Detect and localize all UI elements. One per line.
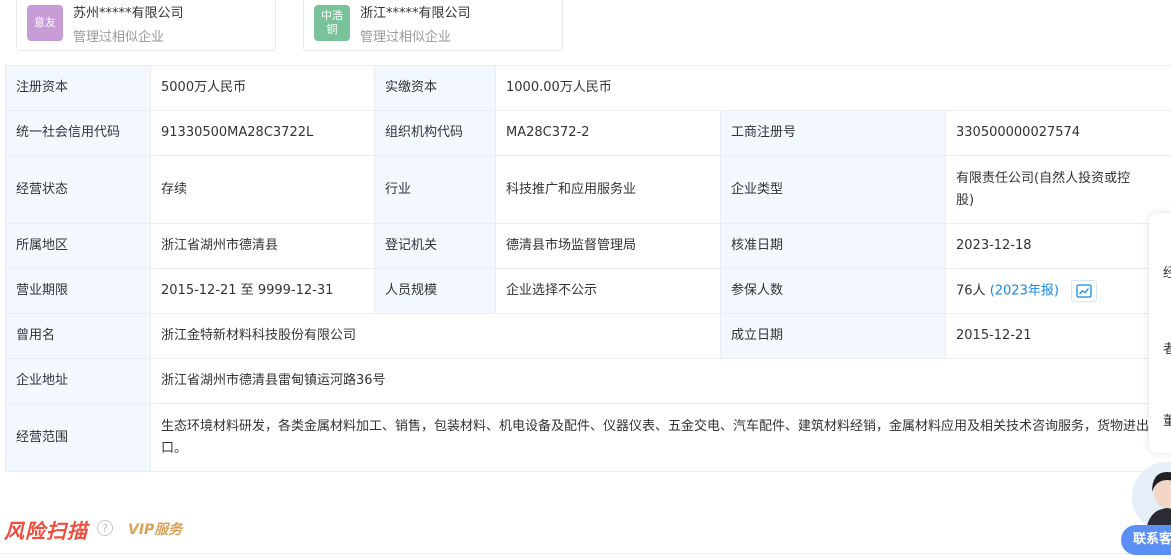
page: 意友 苏州*****有限公司 管理过相似企业 中浩 铜 浙江*****有限公司 … [0,0,1171,559]
contact-service-button[interactable]: 联系客服 [1121,525,1171,555]
insured-value: 76人 (2023年报) [944,268,1171,314]
paid-capital-label: 实缴资本 [374,65,496,111]
org-code-label: 组织机构代码 [374,110,496,156]
side-panel-label[interactable]: 者 [1163,338,1171,357]
table-row: 营业期限 2015-12-21 至 9999-12-31 人员规模 企业选择不公… [5,268,1171,314]
staff-size-value: 企业选择不公示 [495,268,721,314]
reg-authority-label: 登记机关 [374,223,496,269]
table-row: 经营范围 生态环境材料研发，各类金属材料加工、销售，包装材料、机电设备及配件、仪… [5,403,1171,472]
table-row: 注册资本 5000万人民币 实缴资本 1000.00万人民币 [5,65,1171,111]
status-value: 存续 [150,155,375,224]
region-label: 所属地区 [5,223,151,269]
side-panel-label[interactable]: 董 [1163,410,1171,429]
table-row: 经营状态 存续 行业 科技推广和应用服务业 企业类型 有限责任公司(自然人投资或… [5,155,1171,224]
company-relation: 管理过相似企业 [73,30,165,45]
company-name[interactable]: 浙江*****有限公司 [360,5,471,23]
insured-label: 参保人数 [720,268,946,314]
paid-capital-value: 1000.00万人民币 [494,65,1171,111]
term-label: 营业期限 [5,268,151,314]
founded-label: 成立日期 [720,313,946,359]
approval-date-value: 2023-12-18 [944,223,1171,269]
vip-service-label[interactable]: VIP服务 [128,519,182,539]
biz-reg-no-value: 330500000027574 [944,110,1171,156]
address-value: 浙江省湖州市德清县雷甸镇运河路36号 [149,358,1171,404]
staff-size-label: 人员规模 [374,268,496,314]
person-icon [1132,462,1171,532]
company-type-label: 企业类型 [720,155,946,224]
credit-code-value: 91330500MA28C3722L [150,110,375,156]
status-label: 经营状态 [5,155,151,224]
scope-value: 生态环境材料研发，各类金属材料加工、销售，包装材料、机电设备及配件、仪器仪表、五… [149,403,1171,472]
divider [0,553,1171,554]
table-row: 企业地址 浙江省湖州市德清县雷甸镇运河路36号 [5,358,1171,404]
similar-companies: 意友 苏州*****有限公司 管理过相似企业 中浩 铜 浙江*****有限公司 … [16,0,563,51]
reg-authority-value: 德清县市场监督管理局 [495,223,721,269]
similar-company-card[interactable]: 中浩 铜 浙江*****有限公司 管理过相似企业 [303,0,563,51]
table-row: 统一社会信用代码 91330500MA28C3722L 组织机构代码 MA28C… [5,110,1171,156]
customer-service-avatar[interactable] [1132,462,1171,532]
trend-chart-button[interactable] [1071,279,1098,302]
biz-reg-no-label: 工商注册号 [720,110,946,156]
reg-capital-value: 5000万人民币 [150,65,375,111]
approval-date-label: 核准日期 [720,223,946,269]
industry-label: 行业 [374,155,496,224]
risk-scan-title: 风险扫描 [4,519,88,543]
business-info-table: 注册资本 5000万人民币 实缴资本 1000.00万人民币 统一社会信用代码 … [5,65,1171,472]
insured-count: 76人 [956,283,986,299]
side-panel-label[interactable]: 经 [1163,262,1171,281]
company-relation: 管理过相似企业 [360,30,452,45]
term-value: 2015-12-21 至 9999-12-31 [150,268,375,314]
trend-chart-icon [1076,284,1092,298]
former-name-label: 曾用名 [5,313,151,359]
scope-label: 经营范围 [5,403,151,472]
help-icon[interactable]: ? [97,520,113,536]
table-row: 所属地区 浙江省湖州市德清县 登记机关 德清县市场监督管理局 核准日期 2023… [5,223,1171,269]
reg-capital-label: 注册资本 [5,65,151,111]
company-name[interactable]: 苏州*****有限公司 [73,5,184,23]
similar-company-card[interactable]: 意友 苏州*****有限公司 管理过相似企业 [16,0,276,51]
credit-code-label: 统一社会信用代码 [5,110,151,156]
region-value: 浙江省湖州市德清县 [150,223,375,269]
industry-value: 科技推广和应用服务业 [495,155,721,224]
table-row: 曾用名 浙江金特新材料科技股份有限公司 成立日期 2015-12-21 [5,313,1171,359]
org-code-value: MA28C372-2 [495,110,721,156]
address-label: 企业地址 [5,358,151,404]
company-type-value: 有限责任公司(自然人投资或控股) [944,155,1171,224]
former-name-value: 浙江金特新材料科技股份有限公司 [150,313,721,359]
company-logo: 中浩 铜 [314,5,350,41]
company-logo: 意友 [27,5,63,41]
annual-report-link[interactable]: (2023年报) [990,283,1059,298]
founded-value: 2015-12-21 [944,313,1171,359]
